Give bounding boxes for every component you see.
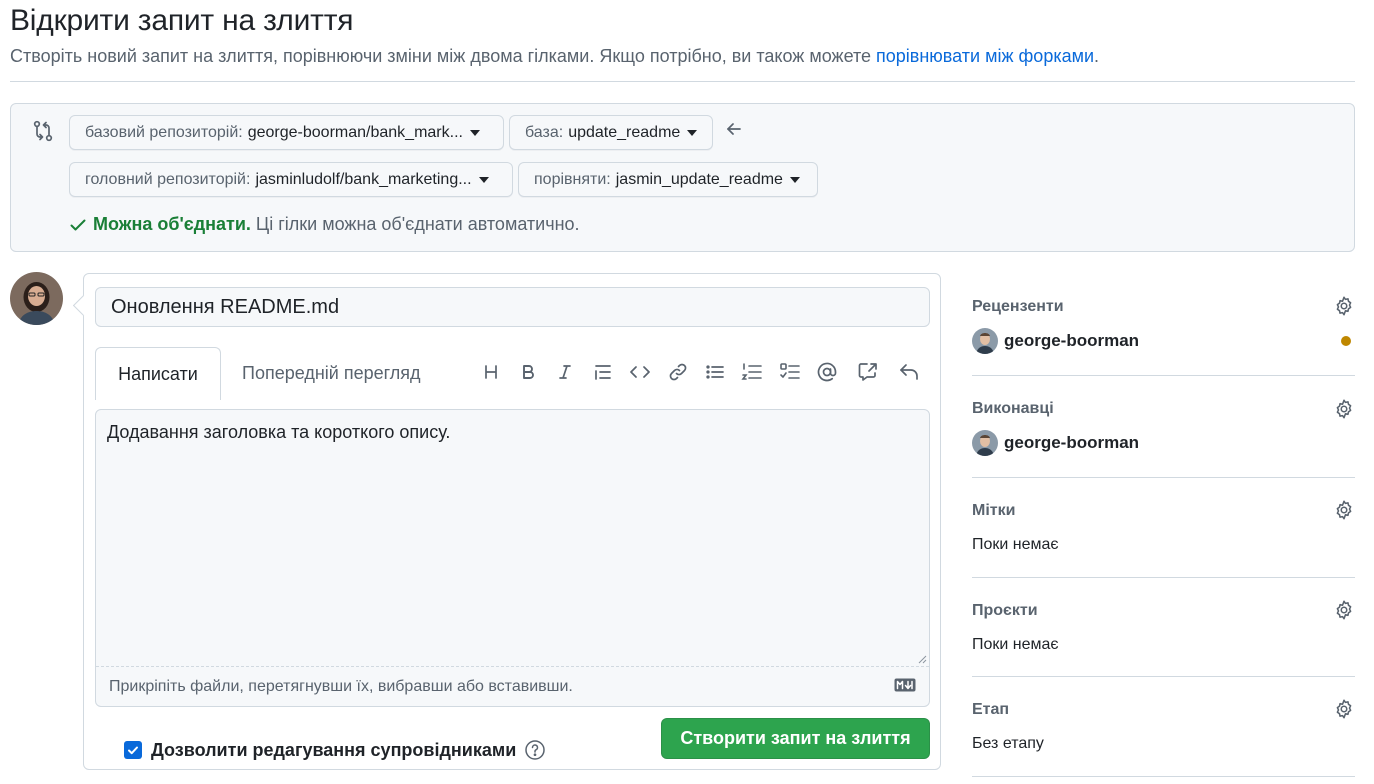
checkmark-icon [128, 746, 138, 755]
maintainer-edits-checkbox[interactable] [124, 741, 142, 759]
base-repository-value: george-boorman/bank_mark... [247, 123, 463, 141]
cross-reference-icon[interactable] [856, 360, 880, 384]
assignees-title[interactable]: Виконавці [972, 400, 1054, 418]
compare-branch-label: порівняти: [534, 170, 611, 188]
attach-files-bar[interactable]: Прикріпіть файли, перетягнувши їх, вибра… [96, 666, 929, 706]
assignees-section: Виконавці george-boorman [972, 376, 1355, 478]
labels-section: Мітки Поки немає [972, 478, 1355, 578]
assignee-name: george-boorman [1004, 433, 1140, 452]
gear-icon[interactable] [1333, 398, 1355, 420]
base-branch-value: update_readme [568, 123, 681, 141]
caret-down-icon [789, 176, 800, 183]
markdown-icon[interactable] [894, 678, 916, 692]
compare-forks-link[interactable]: порівнювати між форками [876, 46, 1094, 66]
user-avatar-image [10, 272, 63, 325]
head-repository-label: головний репозиторій: [85, 170, 251, 188]
italic-icon[interactable] [553, 360, 577, 384]
reviewers-title[interactable]: Рецензенти [972, 298, 1064, 316]
ordered-list-icon[interactable] [740, 360, 764, 384]
compare-branch-select[interactable]: порівняти: jasmin_update_readme [518, 162, 818, 197]
head-repository-value: jasminludolf/bank_marketing... [255, 170, 472, 188]
head-repository-select[interactable]: головний репозиторій: jasminludolf/bank_… [69, 162, 513, 197]
code-icon[interactable] [628, 360, 652, 384]
tab-preview[interactable]: Попередній перегляд [224, 347, 439, 400]
branch-range-editor: базовий репозиторій: george-boorman/bank… [10, 103, 1355, 252]
pull-request-form: Написати Попередній перегляд Додавання з… [83, 273, 941, 770]
user-avatar[interactable] [10, 272, 63, 325]
caret-down-icon [469, 129, 480, 136]
pr-title-input[interactable] [95, 287, 930, 327]
page-title: Відкрити запит на злиття [10, 4, 354, 37]
projects-value: Поки немає [972, 636, 1059, 653]
projects-section: Проєкти Поки немає [972, 578, 1355, 677]
undo-icon[interactable] [897, 360, 921, 384]
resize-grip-icon[interactable] [917, 654, 927, 664]
subtitle-end: . [1094, 46, 1100, 66]
avatar [972, 328, 998, 354]
pr-body-textarea[interactable]: Додавання заголовка та короткого опису. [96, 410, 929, 666]
caret-down-icon [687, 129, 698, 136]
maintainer-edits-label: Дозволити редагування супровідниками [151, 739, 517, 760]
labels-title[interactable]: Мітки [972, 502, 1015, 520]
question-icon[interactable] [524, 739, 546, 761]
assignee-george-boorman[interactable]: george-boorman [972, 430, 1139, 456]
milestone-section: Етап Без етапу [972, 677, 1355, 777]
reviewer-george-boorman[interactable]: george-boorman [972, 328, 1139, 354]
base-branch-label: база: [525, 123, 564, 141]
heading-icon[interactable] [479, 360, 503, 384]
attach-hint: Прикріпіть файли, перетягнувши їх, вибра… [109, 677, 573, 695]
link-icon[interactable] [666, 360, 690, 384]
git-compare-icon [33, 120, 53, 142]
labels-value: Поки немає [972, 536, 1059, 553]
gear-icon[interactable] [1333, 295, 1355, 317]
task-list-icon[interactable] [778, 360, 802, 384]
merge-status: Можна об'єднати. Ці гілки можна об'єднат… [69, 214, 580, 235]
mention-icon[interactable] [815, 360, 839, 384]
tab-write[interactable]: Написати [95, 347, 221, 400]
check-icon [70, 219, 86, 230]
arrow-left-icon [727, 123, 741, 135]
compare-branch-value: jasmin_update_readme [615, 170, 783, 188]
caret-down-icon [478, 176, 489, 183]
milestone-title[interactable]: Етап [972, 701, 1009, 719]
unordered-list-icon[interactable] [703, 360, 727, 384]
reviewers-section: Рецензенти george-boorman [972, 282, 1355, 376]
merge-message: Ці гілки можна об'єднати автоматично. [255, 214, 580, 234]
projects-title[interactable]: Проєкти [972, 602, 1038, 620]
subtitle-text: Створіть новий запит на злиття, порівнюю… [10, 46, 877, 66]
base-repository-select[interactable]: базовий репозиторій: george-boorman/bank… [69, 115, 504, 150]
pr-body-editor: Додавання заголовка та короткого опису. … [95, 409, 930, 707]
gear-icon[interactable] [1333, 499, 1355, 521]
header-divider [10, 81, 1355, 82]
allow-maintainer-edits[interactable]: Дозволити редагування супровідниками [124, 739, 546, 761]
merge-ok-text: Можна об'єднати. [93, 214, 251, 234]
avatar [972, 430, 998, 456]
pending-review-dot [1341, 336, 1351, 346]
milestone-value: Без етапу [972, 735, 1044, 752]
base-branch-select[interactable]: база: update_readme [509, 115, 713, 150]
create-pull-request-button[interactable]: Створити запит на злиття [661, 718, 930, 759]
reviewer-name: george-boorman [1004, 331, 1140, 350]
quote-icon[interactable] [591, 360, 615, 384]
gear-icon[interactable] [1333, 599, 1355, 621]
gear-icon[interactable] [1333, 698, 1355, 720]
bold-icon[interactable] [516, 360, 540, 384]
base-repository-label: базовий репозиторій: [85, 123, 243, 141]
page-subtitle: Створіть новий запит на злиття, порівнюю… [10, 46, 1099, 67]
